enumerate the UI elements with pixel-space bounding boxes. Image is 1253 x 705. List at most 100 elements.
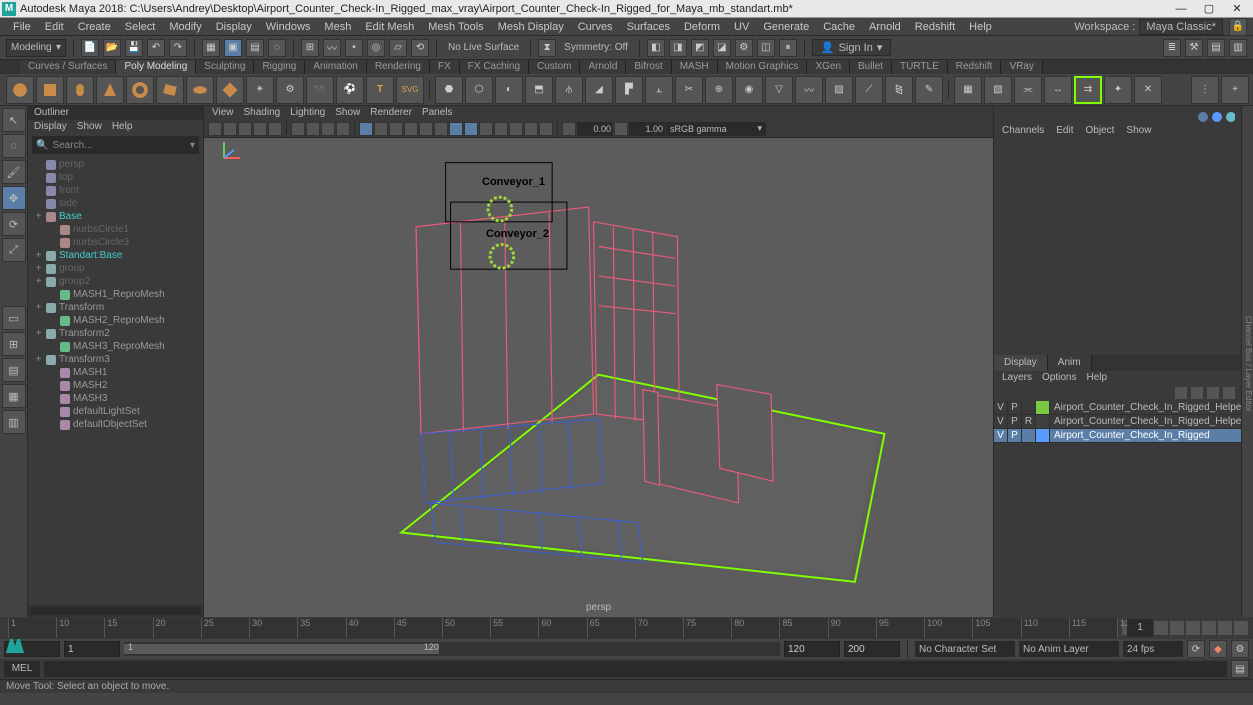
layer-r-cell[interactable] xyxy=(1022,429,1036,442)
outliner-scrollbar[interactable] xyxy=(28,605,203,617)
menu-curves[interactable]: Curves xyxy=(571,21,620,33)
layout-four-icon[interactable]: ⊞ xyxy=(2,332,26,356)
expand-icon[interactable]: + xyxy=(34,328,43,339)
render-settings-icon[interactable]: ⚙ xyxy=(735,39,753,57)
combine-icon[interactable]: ⬣ xyxy=(435,76,463,104)
boolean-icon[interactable]: ◐ xyxy=(495,76,523,104)
layer-p-cell[interactable]: P xyxy=(1008,429,1022,442)
range-end-outer[interactable] xyxy=(844,641,900,657)
poly-cylinder-icon[interactable] xyxy=(66,76,94,104)
shelf-tab-rigging[interactable]: Rigging xyxy=(254,60,305,74)
layer-color-swatch[interactable] xyxy=(1036,415,1050,428)
outliner-item-standart-base[interactable]: +Standart:Base xyxy=(28,249,203,262)
command-input[interactable] xyxy=(44,661,1227,677)
platonic-icon[interactable] xyxy=(216,76,244,104)
menu-cache[interactable]: Cache xyxy=(816,21,862,33)
outliner-item-base[interactable]: +Base xyxy=(28,210,203,223)
layout-outliner-icon[interactable]: ▤ xyxy=(2,358,26,382)
step-fwd-key-icon[interactable] xyxy=(1218,621,1232,635)
cb-menu-show[interactable]: Show xyxy=(1126,124,1151,138)
outliner-menu-show[interactable]: Show xyxy=(77,120,102,134)
shelf-tab-motion-graphics[interactable]: Motion Graphics xyxy=(718,60,808,74)
minimize-button[interactable]: — xyxy=(1167,1,1195,17)
viewcube-icon[interactable] xyxy=(1195,110,1235,124)
vp-shadows-icon[interactable] xyxy=(419,122,433,136)
menu-surfaces[interactable]: Surfaces xyxy=(620,21,677,33)
shelf-options-icon[interactable]: ⋮ xyxy=(1191,76,1219,104)
viewport[interactable]: Conveyor_1 Conveyor_2 persp xyxy=(204,138,993,617)
viewport-menu-panels[interactable]: Panels xyxy=(422,106,453,120)
lasso-tool-icon[interactable]: ◌ xyxy=(2,134,26,158)
svg-icon[interactable]: SVG xyxy=(396,76,424,104)
tool-settings-toggle-icon[interactable]: ⚒ xyxy=(1185,39,1203,57)
vp-2d-pan-icon[interactable] xyxy=(253,122,267,136)
rotate-tool-icon[interactable]: ⟳ xyxy=(2,212,26,236)
expand-icon[interactable]: + xyxy=(34,211,43,222)
current-frame[interactable]: 1 xyxy=(1127,619,1153,637)
shelf-tab-curves-surfaces[interactable]: Curves / Surfaces xyxy=(20,60,116,74)
go-end-icon[interactable] xyxy=(1234,621,1248,635)
shelf-tab-custom[interactable]: Custom xyxy=(529,60,580,74)
character-set-dropdown[interactable]: No Character Set xyxy=(915,641,1015,657)
shelf-tab-vray[interactable]: VRay xyxy=(1001,60,1042,74)
script-editor-icon[interactable]: ▤ xyxy=(1231,660,1249,678)
vp-isolate-icon[interactable] xyxy=(494,122,508,136)
viewport-menu-lighting[interactable]: Lighting xyxy=(290,106,325,120)
layer-menu-options[interactable]: Options xyxy=(1042,371,1076,385)
lock-icon[interactable]: 🔒 xyxy=(1229,18,1247,36)
outliner-menu-display[interactable]: Display xyxy=(34,120,67,134)
layer-r-cell[interactable] xyxy=(1022,401,1036,414)
menu-mesh[interactable]: Mesh xyxy=(317,21,358,33)
close-button[interactable]: ✕ xyxy=(1223,1,1251,17)
wedge-icon[interactable]: ✕ xyxy=(1134,76,1162,104)
menu-deform[interactable]: Deform xyxy=(677,21,727,33)
prefs-icon[interactable]: ⚙ xyxy=(1231,640,1249,658)
fps-dropdown[interactable]: 24 fps xyxy=(1123,641,1183,657)
signin-button[interactable]: 👤 Sign In ▾ xyxy=(812,39,891,56)
shelf-tab-bifrost[interactable]: Bifrost xyxy=(626,60,671,74)
vp-grease-icon[interactable] xyxy=(268,122,282,136)
viewport-menu-shading[interactable]: Shading xyxy=(244,106,281,120)
outliner-item-defaultlightset[interactable]: defaultLightSet xyxy=(28,405,203,418)
layer-color-swatch[interactable] xyxy=(1036,401,1050,414)
paint-select-tool-icon[interactable]: 🖌 xyxy=(2,160,26,184)
cb-menu-edit[interactable]: Edit xyxy=(1056,124,1073,138)
target-weld-icon[interactable]: ⊕ xyxy=(705,76,733,104)
layer-color-swatch[interactable] xyxy=(1036,429,1050,442)
slide-edge-icon[interactable]: ↔ xyxy=(1044,76,1072,104)
new-scene-icon[interactable]: 📄 xyxy=(81,39,99,57)
outliner-search[interactable]: 🔍 Search... ▾ xyxy=(32,136,199,154)
menu-file[interactable]: File xyxy=(6,21,38,33)
layer-tab-anim[interactable]: Anim xyxy=(1048,355,1092,371)
snap-point-icon[interactable]: • xyxy=(345,39,363,57)
play-back-icon[interactable] xyxy=(1170,621,1184,635)
shelf-tab-fx[interactable]: FX xyxy=(430,60,460,74)
menu-uv[interactable]: UV xyxy=(727,21,756,33)
collapse-icon[interactable]: ▽ xyxy=(765,76,793,104)
auto-key-icon[interactable]: ⟳ xyxy=(1187,640,1205,658)
vp-joint-xray-icon[interactable] xyxy=(524,122,538,136)
shelf-tab-arnold[interactable]: Arnold xyxy=(580,60,626,74)
vp-gate-mask-icon[interactable] xyxy=(336,122,350,136)
vp-gamma-icon[interactable] xyxy=(614,122,628,136)
extrude-icon[interactable]: ⬒ xyxy=(525,76,553,104)
expand-icon[interactable]: + xyxy=(34,263,43,274)
shelf-tab-mash[interactable]: MASH xyxy=(672,60,718,74)
ipr-icon[interactable]: ◪ xyxy=(713,39,731,57)
type-icon[interactable]: T xyxy=(366,76,394,104)
modeling-toolkit-toggle-icon[interactable]: ▥ xyxy=(1229,39,1247,57)
layer-v-cell[interactable]: V xyxy=(994,401,1008,414)
channel-box-toggle-icon[interactable]: ▤ xyxy=(1207,39,1225,57)
expand-icon[interactable]: + xyxy=(34,250,43,261)
vp-bookmark-icon[interactable] xyxy=(223,122,237,136)
outliner-item-mash3-repromesh[interactable]: MASH3_ReproMesh xyxy=(28,340,203,353)
expand-icon[interactable]: + xyxy=(34,302,43,313)
menu-arnold[interactable]: Arnold xyxy=(862,21,908,33)
select-component-icon[interactable]: ▣ xyxy=(224,39,242,57)
outliner-item-transform2[interactable]: +Transform2 xyxy=(28,327,203,340)
connect-icon[interactable]: ⫘ xyxy=(1014,76,1042,104)
outliner-item-group2[interactable]: +group2 xyxy=(28,275,203,288)
open-scene-icon[interactable]: 📂 xyxy=(103,39,121,57)
chevron-down-icon[interactable]: ▾ xyxy=(190,140,195,151)
history-off-icon[interactable]: ◨ xyxy=(669,39,687,57)
